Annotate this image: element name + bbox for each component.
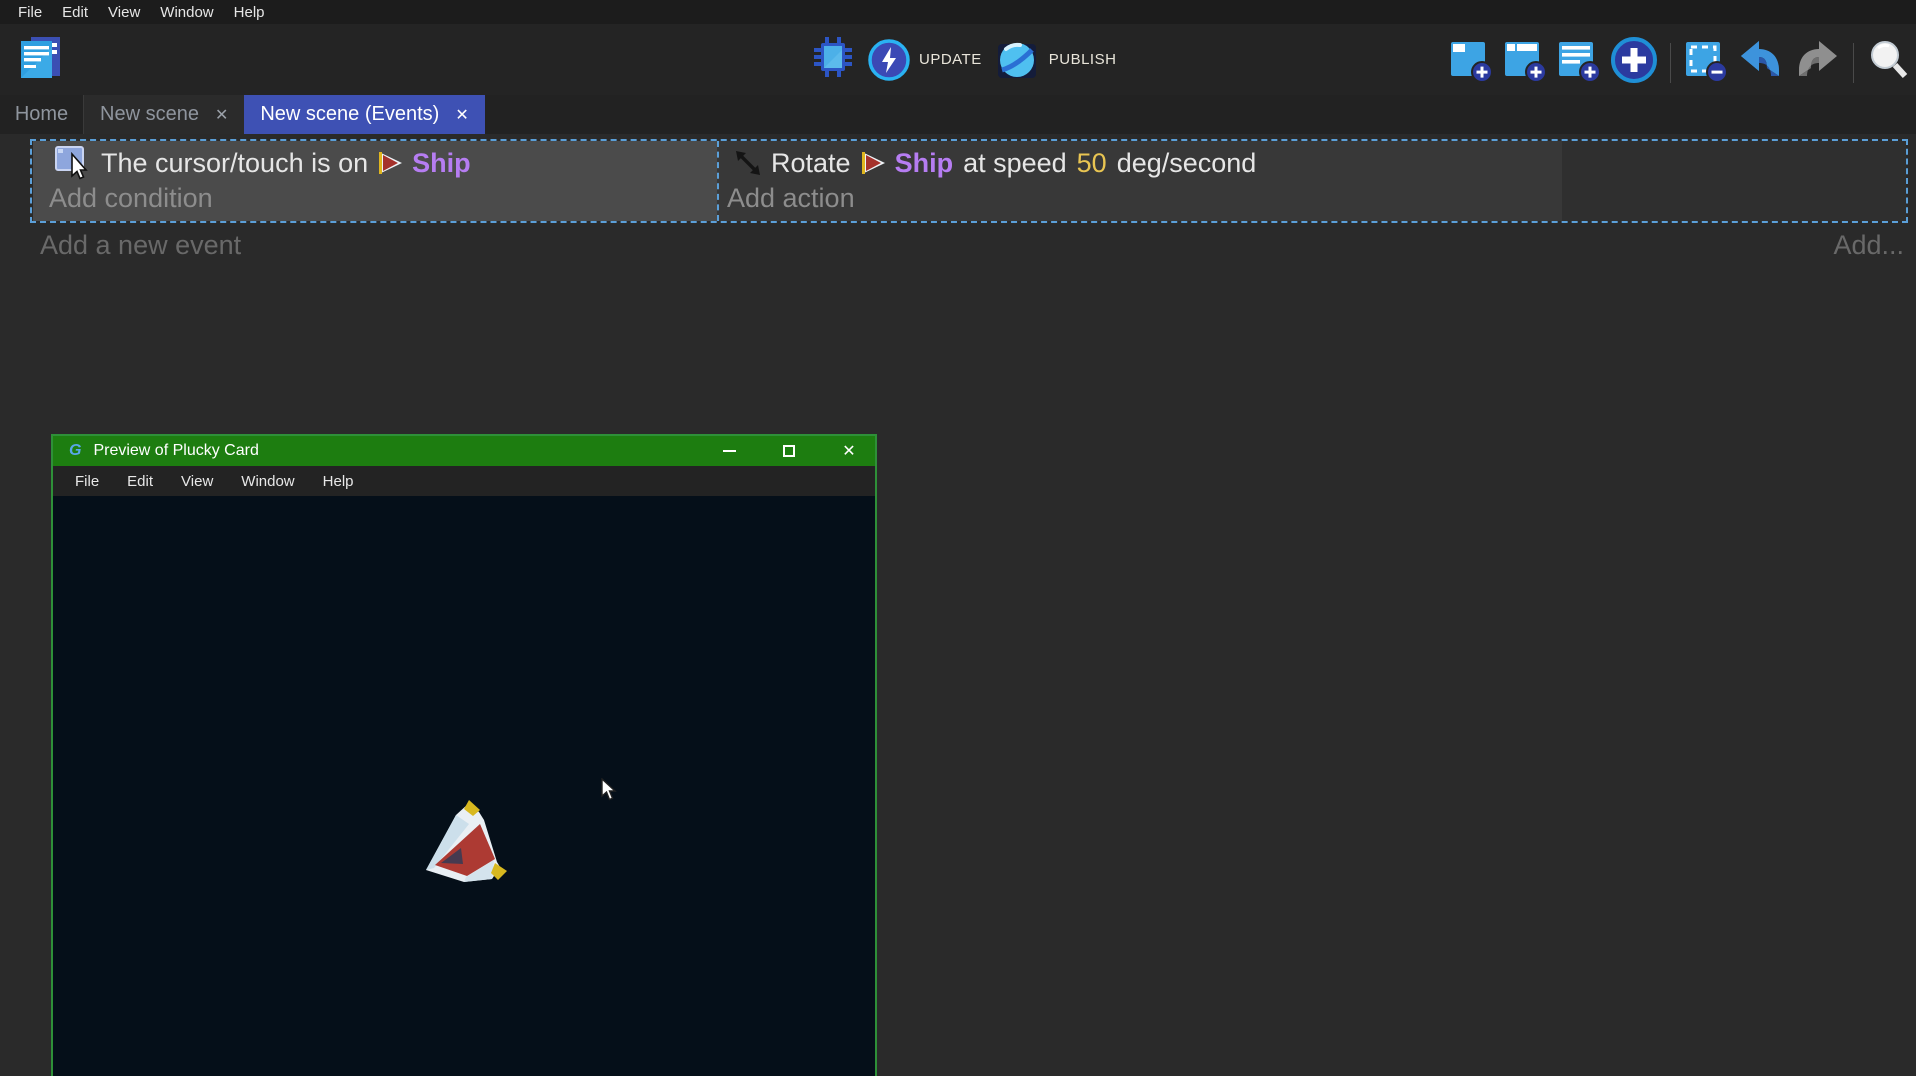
tab-close-icon[interactable]: ✕ <box>455 105 468 125</box>
tab-close-icon[interactable]: ✕ <box>215 105 228 125</box>
ship-sprite <box>406 778 512 890</box>
menu-window[interactable]: Window <box>150 4 223 21</box>
tab-new-scene-events[interactable]: New scene (Events) ✕ <box>244 95 484 134</box>
add-event-row: Add a new event Add... <box>0 230 1916 270</box>
add-scene-icon[interactable] <box>1448 37 1494 88</box>
toolbar-separator <box>1670 43 1671 83</box>
preview-window: G Preview of Plucky Card ✕ File Edit Vie… <box>51 434 877 1076</box>
undo-icon[interactable] <box>1737 38 1785 87</box>
preview-menu-window[interactable]: Window <box>231 473 304 490</box>
add-new-event-button[interactable]: Add a new event <box>40 230 241 261</box>
event-actions-column: Rotate Ship at speed 50 deg/second Add a… <box>717 141 1562 221</box>
redo-icon[interactable] <box>1793 38 1841 87</box>
close-icon[interactable]: ✕ <box>837 439 861 463</box>
preview-menu-view[interactable]: View <box>171 473 223 490</box>
action-text: deg/second <box>1117 148 1257 179</box>
editor-tab-bar: Home New scene ✕ New scene (Events) ✕ <box>0 95 1916 134</box>
mouse-cursor <box>601 778 618 802</box>
update-button[interactable]: UPDATE <box>868 39 982 81</box>
add-external-events-icon[interactable] <box>1556 37 1602 88</box>
action-text: Rotate <box>771 148 851 179</box>
cursor-on-object-icon <box>55 146 93 180</box>
maximize-icon[interactable] <box>777 439 801 463</box>
debug-icon[interactable] <box>810 36 856 83</box>
search-icon[interactable] <box>1866 38 1910 87</box>
menu-file[interactable]: File <box>8 4 52 21</box>
action-text: at speed <box>963 148 1067 179</box>
event-row[interactable]: The cursor/touch is on Ship Add conditio… <box>30 139 1908 223</box>
menu-edit[interactable]: Edit <box>52 4 98 21</box>
update-label: UPDATE <box>919 51 982 68</box>
preview-menu-help[interactable]: Help <box>313 473 364 490</box>
update-bolt-icon <box>868 39 910 81</box>
gdevelop-logo-icon: G <box>69 442 81 460</box>
action-item[interactable]: Rotate Ship at speed 50 deg/second <box>725 144 1256 182</box>
gdevelop-app: File Edit View Window Help <box>0 0 1916 1076</box>
rotate-action-icon <box>733 148 763 178</box>
tab-home[interactable]: Home <box>0 95 83 134</box>
preview-title-bar[interactable]: G Preview of Plucky Card ✕ <box>53 436 875 466</box>
add-condition-button[interactable]: Add condition <box>49 183 213 214</box>
preview-menu-bar: File Edit View Window Help <box>53 466 875 496</box>
tab-label: New scene (Events) <box>260 103 439 126</box>
preview-window-title: Preview of Plucky Card <box>93 442 258 460</box>
tab-label: New scene <box>100 103 199 126</box>
action-value: 50 <box>1077 148 1107 179</box>
add-circle-icon[interactable] <box>1610 36 1658 89</box>
ship-object-icon <box>859 150 887 176</box>
condition-object-name: Ship <box>412 148 471 179</box>
tab-new-scene[interactable]: New scene ✕ <box>83 95 244 134</box>
add-menu-button[interactable]: Add... <box>1833 230 1904 261</box>
condition-item[interactable]: The cursor/touch is on Ship <box>47 144 471 182</box>
project-manager-icon[interactable] <box>16 34 64 87</box>
action-object-name: Ship <box>895 148 954 179</box>
minimize-icon[interactable] <box>717 439 741 463</box>
event-row-filler <box>1562 141 1906 221</box>
menu-help[interactable]: Help <box>224 4 275 21</box>
events-sheet: The cursor/touch is on Ship Add conditio… <box>0 134 1916 1076</box>
add-external-layout-icon[interactable] <box>1502 37 1548 88</box>
menu-view[interactable]: View <box>98 4 150 21</box>
ship-object-icon <box>376 150 404 176</box>
preview-menu-file[interactable]: File <box>65 473 109 490</box>
preview-menu-edit[interactable]: Edit <box>117 473 163 490</box>
event-conditions-column: The cursor/touch is on Ship Add conditio… <box>33 141 717 221</box>
toolbar-separator <box>1853 43 1854 83</box>
edit-scene-icon[interactable] <box>1683 37 1729 88</box>
add-action-button[interactable]: Add action <box>727 183 855 214</box>
publish-globe-icon <box>994 38 1040 82</box>
window-controls: ✕ <box>717 436 861 466</box>
publish-button[interactable]: PUBLISH <box>994 38 1117 82</box>
game-canvas[interactable] <box>53 496 875 1076</box>
condition-text: The cursor/touch is on <box>101 148 368 179</box>
publish-label: PUBLISH <box>1049 51 1117 68</box>
main-toolbar: UPDATE PUBLISH <box>0 24 1916 95</box>
app-menu-bar: File Edit View Window Help <box>0 0 1916 24</box>
tab-label: Home <box>15 103 68 126</box>
